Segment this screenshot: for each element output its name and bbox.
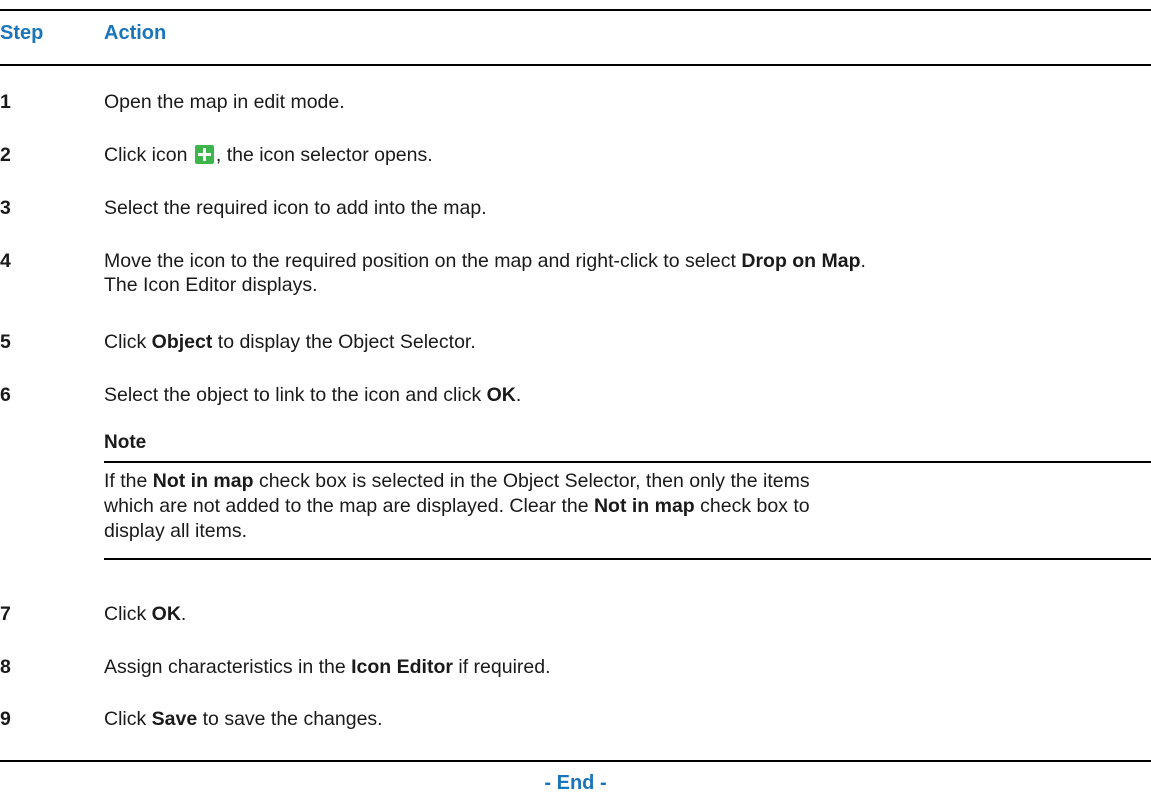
note-bottom-rule (104, 558, 1151, 560)
action-column-header: Action (104, 22, 167, 44)
bottom-rule (0, 760, 1151, 762)
step-number: 7 (0, 603, 11, 625)
step-number: 6 (0, 384, 11, 406)
step-text: Select the required icon to add into the… (104, 197, 487, 219)
note-title: Note (104, 432, 147, 453)
step-number: 3 (0, 197, 11, 219)
header-rule (0, 64, 1151, 66)
step-text: Click Save to save the changes. (104, 708, 383, 730)
step-number: 9 (0, 708, 11, 730)
step-number: 1 (0, 91, 11, 113)
step-text: Click OK. (104, 603, 187, 625)
note-body: If the Not in map check box is selected … (104, 470, 810, 542)
step-text: Move the icon to the required position o… (104, 250, 866, 296)
end-marker: - End - (544, 772, 607, 794)
step-text: Assign characteristics in the Icon Edito… (104, 656, 551, 678)
note-top-rule (104, 461, 1151, 463)
step-number: 8 (0, 656, 11, 678)
step-text: Select the object to link to the icon an… (104, 384, 522, 406)
add-plus-icon (194, 145, 214, 164)
step-text: Click icon , the icon selector opens. (104, 144, 433, 166)
step-text: Open the map in edit mode. (104, 91, 345, 113)
step-number: 4 (0, 250, 11, 272)
step-number: 5 (0, 331, 11, 353)
step-text: Click Object to display the Object Selec… (104, 331, 476, 353)
step-column-header: Step (0, 22, 44, 44)
top-rule (0, 9, 1151, 11)
step-number: 2 (0, 144, 11, 166)
